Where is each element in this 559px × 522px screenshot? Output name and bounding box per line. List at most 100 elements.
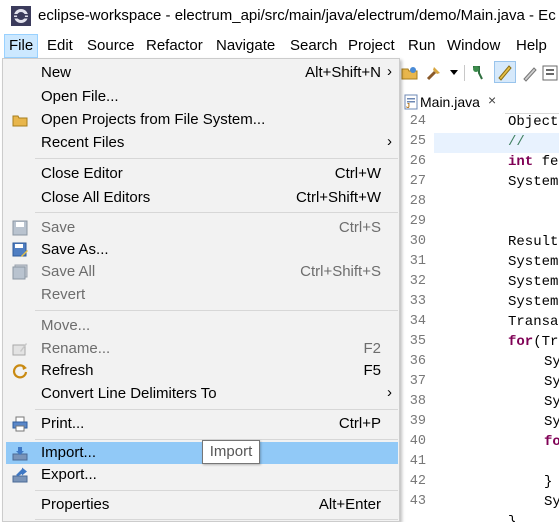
menu-item-label: Close All Editors [41,189,151,206]
menu-help[interactable]: Help [516,34,547,58]
menu-item-shortcut: Alt+Enter [318,496,381,513]
export-icon [12,467,28,483]
code-line: Sy [544,414,559,430]
import-icon [12,447,28,461]
dropdown-arrow-icon[interactable] [449,68,459,78]
code-line: System [508,174,559,190]
line-number: 26 [409,154,426,169]
menu-item-save-all[interactable]: Save All Ctrl+Shift+S [6,261,398,283]
menu-separator [35,519,398,520]
menu-item-new[interactable]: New Alt+Shift+N › [6,62,398,84]
tab-label: Main.java [420,94,480,110]
line-number: 36 [409,354,426,369]
editor-tab-bar: J Main.java × [398,88,559,114]
code-keyword: for [508,334,534,350]
tab-main-java[interactable]: J Main.java × [400,90,505,114]
code-text: fe [533,154,559,170]
menu-navigate[interactable]: Navigate [216,34,275,58]
line-number: 24 [409,114,426,129]
line-number: 35 [409,334,426,349]
menu-item-open-projects[interactable]: Open Projects from File System... [6,109,398,131]
menu-item-label: Save All [41,263,96,280]
breakpoint-icon[interactable] [470,64,488,82]
open-folder-icon[interactable] [401,64,419,82]
submenu-arrow-icon: › [387,133,392,150]
menu-refactor[interactable]: Refactor [146,34,203,58]
line-number: 39 [409,414,426,429]
submenu-arrow-icon: › [387,63,392,80]
menu-run[interactable]: Run [408,34,436,58]
toolbar-divider [464,65,465,81]
line-number: 29 [409,214,426,229]
menu-item-shortcut: Ctrl+Shift+W [295,189,381,206]
code-text: (Tr [533,334,559,350]
menu-source[interactable]: Source [87,34,135,58]
file-menu-dropdown: New Alt+Shift+N › Open File... Open Proj… [2,58,400,522]
menu-item-label: Rename... [41,340,111,357]
rename-icon [12,343,27,356]
line-number: 31 [409,254,426,269]
menu-file[interactable]: File [4,34,38,58]
line-number: 38 [409,394,426,409]
code-line: Sy [544,394,559,410]
tab-close-icon[interactable]: × [488,92,496,108]
pencil-icon[interactable] [520,64,538,82]
menu-item-print[interactable]: Print... Ctrl+P [6,413,398,435]
menu-item-label: Open Projects from File System... [41,111,266,128]
menu-item-close-editor[interactable]: Close Editor Ctrl+W [6,163,398,185]
code-line: Sy [544,494,559,510]
code-line: Sy [544,354,559,370]
code-keyword: fo [544,434,559,450]
menu-item-save[interactable]: Save Ctrl+S [6,217,398,239]
line-number: 43 [409,494,426,509]
menu-separator [35,158,398,159]
menu-item-label: Open File... [41,88,119,105]
code-line: Object [508,114,559,130]
menu-item-label: Move... [41,317,91,334]
line-number: 25 [409,134,426,149]
menu-item-revert[interactable]: Revert [6,284,398,306]
line-number: 34 [409,314,426,329]
menu-item-save-as[interactable]: Save As... [6,239,398,261]
refresh-icon [12,364,28,379]
menu-item-open-file[interactable]: Open File... [6,86,398,108]
menu-item-rename[interactable]: Rename... F2 [6,338,398,360]
menu-item-recent-files[interactable]: Recent Files › [6,132,398,154]
outline-icon[interactable] [542,64,558,82]
line-number: 28 [409,194,426,209]
menu-item-label: Export... [41,466,97,483]
code-editor[interactable]: Object // int fe System Result System Sy… [430,114,559,522]
svg-text:J: J [406,103,410,110]
menu-item-label: Revert [41,286,86,303]
menu-item-shortcut: F2 [363,340,381,357]
window-title: eclipse-workspace - electrum_api/src/mai… [38,7,556,24]
line-number: 33 [409,294,426,309]
code-comment: // [508,134,525,150]
folder-icon [12,115,28,127]
menu-item-label: Print... [41,415,85,432]
save-all-icon [12,264,28,280]
menu-item-refresh[interactable]: Refresh F5 [6,360,398,382]
menu-item-move[interactable]: Move... [6,315,398,337]
tools-icon[interactable] [425,64,443,82]
menu-separator [35,490,398,491]
menu-separator [35,409,398,410]
code-line: System [508,274,559,290]
menu-edit[interactable]: Edit [47,34,73,58]
highlight-toggle-icon[interactable] [494,61,516,83]
menu-item-close-all-editors[interactable]: Close All Editors Ctrl+Shift+W [6,187,398,209]
menu-item-export[interactable]: Export... [6,464,398,486]
menu-item-convert-line-delimiters[interactable]: Convert Line Delimiters To › [6,383,398,405]
import-tooltip: Import [202,440,260,464]
menu-project[interactable]: Project [348,34,395,58]
menu-separator [35,310,398,311]
submenu-arrow-icon: › [387,384,392,401]
menu-search[interactable]: Search [290,34,338,58]
menu-item-shortcut: Ctrl+P [338,415,381,432]
menu-item-label: Recent Files [41,134,125,151]
menu-window[interactable]: Window [447,34,500,58]
code-line: System [508,294,559,310]
menu-item-properties[interactable]: Properties Alt+Enter [6,494,398,516]
title-bar: eclipse-workspace - electrum_api/src/mai… [0,0,559,32]
menu-separator [35,212,398,213]
